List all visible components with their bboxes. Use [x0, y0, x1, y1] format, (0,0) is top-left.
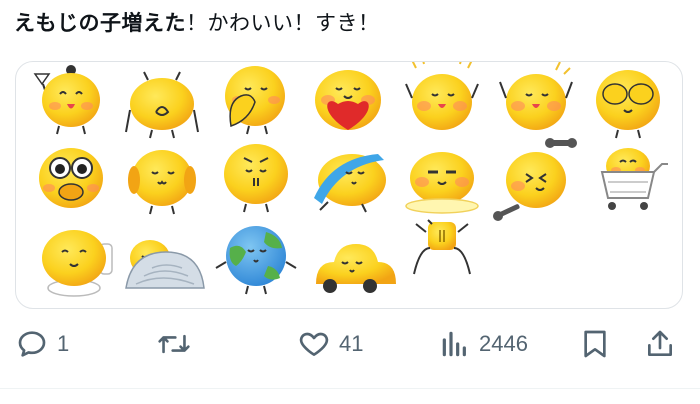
post-text-bold: えもじの子増えた: [14, 11, 186, 35]
emoji-character-sparkle-blush: [405, 62, 479, 130]
media-card[interactable]: [15, 61, 683, 309]
emoji-character-sleeping-under-blanket: [125, 240, 205, 289]
views-button[interactable]: 2446: [440, 318, 528, 370]
heart-icon: [299, 332, 329, 356]
emoji-character-arms-up-blush: [499, 62, 573, 130]
views-count: 2446: [479, 331, 528, 356]
emoji-character-earth: [215, 226, 297, 295]
reply-button[interactable]: 1: [16, 318, 69, 370]
emoji-character-toilet: [42, 230, 113, 297]
emoji-character-antenna-waving: [33, 65, 100, 135]
emoji-character-shopping-cart: [600, 148, 668, 210]
post-text-rest: ！かわいい！すき！: [186, 11, 380, 35]
emoji-character-flat-chill: [128, 150, 196, 215]
bookmark-button[interactable]: [580, 318, 610, 370]
emoji-character-big-eyes-hands-on-mouth: [39, 148, 103, 208]
bookmark-icon: [584, 330, 606, 358]
emoji-character-thinking: [224, 144, 288, 213]
emoji-character-smug: [405, 152, 479, 214]
post-text: えもじの子増えた！かわいい！すき！: [14, 6, 380, 40]
emoji-character-blue-blanket: [314, 154, 386, 213]
emoji-character-coin-stick-figure: [413, 219, 471, 275]
analytics-icon: [442, 331, 466, 357]
emoji-character-dumbbell: [493, 138, 577, 221]
divider: [0, 388, 700, 389]
emoji-character-back-view: [125, 71, 199, 139]
repost-button[interactable]: [157, 318, 200, 370]
like-count: 41: [339, 331, 364, 356]
like-button[interactable]: 41: [298, 318, 363, 370]
repost-icon: [158, 334, 190, 354]
reply-count: 1: [57, 331, 70, 356]
emoji-character-holding-heart: [315, 70, 381, 130]
emoji-character-covering-eyes: [596, 70, 660, 139]
share-button[interactable]: [644, 318, 676, 370]
emoji-character-hand-on-mouth: [225, 66, 285, 135]
sticker-grid: [33, 62, 668, 297]
reply-icon: [18, 331, 46, 357]
emoji-character-car: [316, 244, 396, 293]
action-bar: 1 41 2446: [0, 318, 700, 370]
share-icon: [648, 330, 672, 356]
